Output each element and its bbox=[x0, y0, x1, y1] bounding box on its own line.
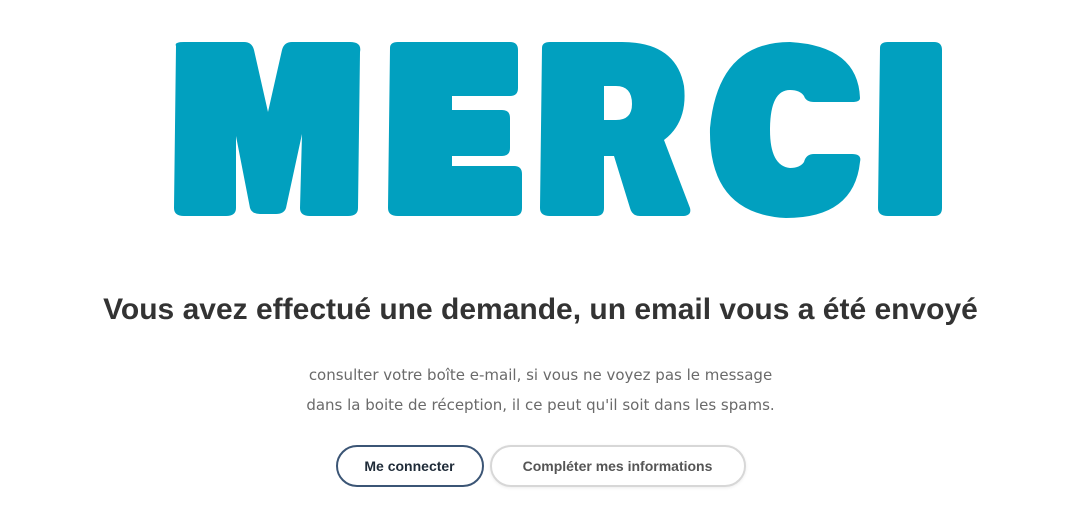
instruction-message: consulter votre boîte e-mail, si vous ne… bbox=[0, 360, 1081, 420]
instruction-line-2: dans la boite de réception, il ce peut q… bbox=[306, 396, 775, 414]
action-buttons: Me connecter Compléter mes informations bbox=[0, 445, 1081, 487]
letter-m bbox=[174, 42, 361, 216]
merci-lettering bbox=[174, 42, 942, 218]
letter-i bbox=[878, 42, 942, 216]
letter-c bbox=[709, 42, 861, 218]
merci-hero-graphic bbox=[170, 38, 942, 218]
instruction-line-1: consulter votre boîte e-mail, si vous ne… bbox=[308, 366, 773, 384]
thank-you-page: Vous avez effectué une demande, un email… bbox=[0, 0, 1081, 531]
letter-e bbox=[388, 42, 522, 216]
letter-r bbox=[540, 42, 691, 216]
login-button[interactable]: Me connecter bbox=[335, 445, 484, 487]
complete-profile-button[interactable]: Compléter mes informations bbox=[489, 445, 746, 487]
page-title: Vous avez effectué une demande, un email… bbox=[103, 293, 978, 326]
